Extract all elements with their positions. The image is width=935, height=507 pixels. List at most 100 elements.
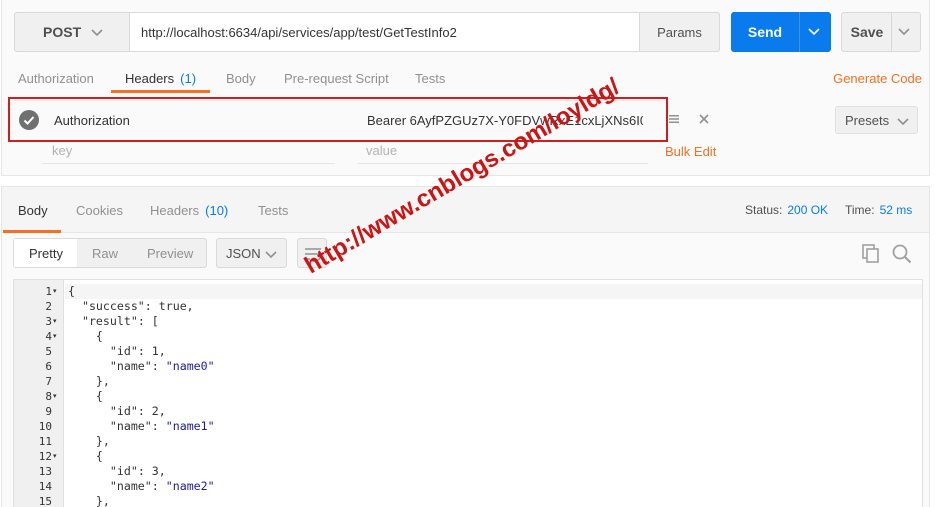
status-value: 200 OK [787,203,829,217]
chevron-down-icon[interactable] [898,26,910,38]
time-label: Time: [845,203,875,217]
time-readout: Time: 52 ms [845,201,912,219]
send-label: Send [747,24,783,40]
presets-label: Presets [845,112,890,128]
fold-arrow-icon[interactable]: ▾ [53,284,61,299]
format-pretty-button[interactable]: Pretty [14,239,77,267]
line-number: 9 [45,405,52,418]
response-tab-headers[interactable]: Headers (10) [150,201,228,219]
save-button[interactable]: Save [841,12,921,52]
fold-arrow-icon[interactable]: ▾ [53,449,61,464]
method-select[interactable]: POST [14,12,130,52]
response-tab-cookies[interactable]: Cookies [76,201,123,219]
code-line: "id": 2, [109,404,166,418]
search-icon[interactable] [892,244,912,264]
code-line: { [68,284,75,298]
line-number: 10 [38,420,52,433]
line-number: 3 [45,315,52,328]
line-number: 2 [45,300,52,313]
tab-label: Headers [150,202,200,218]
request-tabs: Authorization Headers (1) Body Pre-reque… [2,62,932,94]
bulk-edit-link[interactable]: Bulk Edit [665,142,716,160]
active-tab-indicator [111,90,210,93]
tab-count-badge: (10) [205,202,229,218]
tab-body[interactable]: Body [226,62,256,94]
fold-arrow-icon[interactable]: ▾ [53,389,61,404]
chevron-down-icon [265,251,277,259]
line-number: 5 [45,345,52,358]
language-label: JSON [226,245,261,261]
line-number: 8 [45,390,52,403]
tab-label: Body [18,202,48,218]
code-line: { [68,329,103,343]
line-number: 7 [45,375,52,388]
tab-tests[interactable]: Tests [415,62,445,94]
method-label: POST [43,24,82,40]
code-line: "id": 1, [109,344,166,358]
code-line: }, [68,494,110,507]
line-number: 15 [38,495,52,507]
tab-label: Cookies [76,202,123,218]
code-line: }, [68,434,110,448]
presets-button[interactable]: Presets [835,106,918,134]
tab-label: Tests [258,202,289,218]
active-tab-indicator [3,230,61,233]
code-line: "id": 3, [109,464,166,478]
generate-code-link[interactable]: Generate Code [833,62,922,94]
chevron-down-icon [897,118,909,126]
fold-arrow-icon[interactable]: ▾ [53,329,61,344]
tab-authorization[interactable]: Authorization [18,62,94,94]
status-label: Status: [745,203,783,217]
chevron-down-icon[interactable] [808,26,820,38]
language-select[interactable]: JSON [216,238,287,268]
chevron-down-icon [91,29,103,37]
tab-label: Authorization [18,70,94,86]
save-divider [891,13,892,51]
tab-label: Pre-request Script [284,70,389,86]
line-number: 13 [38,465,52,478]
new-header-value-input[interactable]: value [366,141,397,159]
tab-label: Headers [125,70,175,86]
new-header-key-input[interactable]: key [52,141,72,159]
code-line: "name": "name1" [109,419,215,433]
close-icon[interactable] [698,113,710,125]
divider [42,163,335,164]
status-readout: Status: 200 OK [745,201,828,219]
code-line: "success": true, [81,299,194,313]
fold-arrow-icon[interactable]: ▾ [53,314,61,329]
send-divider [799,12,800,52]
line-number: 4 [45,330,52,343]
line-number-gutter: 1 ▾ 2 3 ▾ 4 ▾ 5 6 7 8 ▾ 9 10 11 12 ▾ 13 14 15 [14,280,64,507]
line-number: 14 [38,480,52,493]
url-text: http://localhost:6634/api/services/app/t… [141,24,457,40]
response-panel: Body Cookies Headers (10) Tests Status: … [1,186,930,507]
format-toggle: Pretty Raw Preview [13,238,207,268]
save-label: Save [850,24,884,40]
response-tab-tests[interactable]: Tests [258,201,288,219]
response-tabs: Body Cookies Headers (10) Tests Status: … [2,187,929,233]
code-line: { [68,389,103,403]
response-code-editor[interactable]: 1 ▾ 2 3 ▾ 4 ▾ 5 6 7 8 ▾ 9 10 11 12 ▾ 13 14 15 { "success": … [13,279,923,507]
code-line: }, [68,374,110,388]
code-line: "result": [ [81,314,159,328]
format-preview-button[interactable]: Preview [147,239,193,267]
params-label: Params [657,24,702,40]
active-line-highlight [65,284,922,299]
code-line: "name": "name0" [109,359,215,373]
tab-label: Tests [415,70,446,86]
tab-count-badge: (1) [180,70,197,86]
line-number: 1 [45,285,52,298]
params-button[interactable]: Params [639,12,720,52]
menu-icon[interactable] [668,113,680,125]
response-tab-body[interactable]: Body [18,201,48,219]
send-button[interactable]: Send [731,12,831,52]
tab-pre-request-script[interactable]: Pre-request Script [284,62,389,94]
format-raw-button[interactable]: Raw [92,239,118,267]
tab-label: Body [226,70,256,86]
code-line: "name": "name2" [109,479,215,493]
time-value: 52 ms [879,203,913,217]
copy-icon[interactable] [862,244,880,264]
line-number: 6 [45,360,52,373]
url-input[interactable]: http://localhost:6634/api/services/app/t… [130,12,640,52]
new-header-row: key value [42,141,657,165]
